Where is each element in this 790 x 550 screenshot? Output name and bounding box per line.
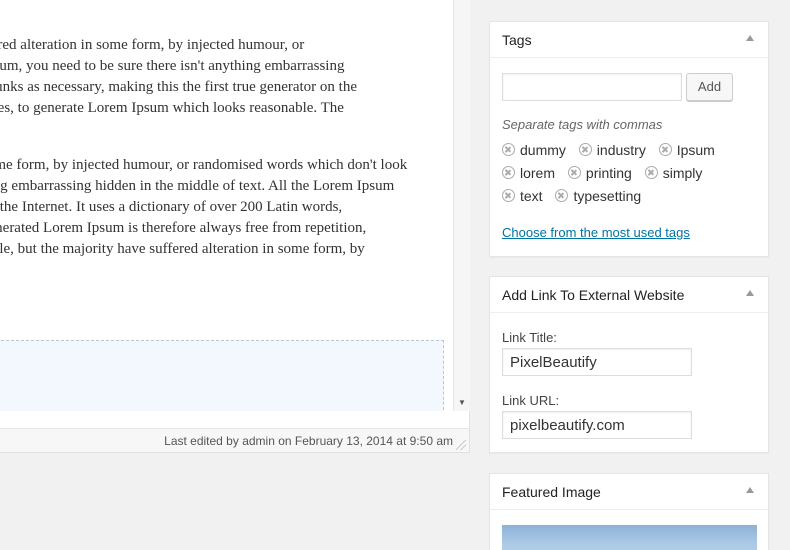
tag-item: dummy <box>502 142 566 158</box>
tag-label: typesetting <box>573 188 642 204</box>
tag-item: industry <box>578 142 646 158</box>
collapse-toggle-icon[interactable] <box>746 290 754 296</box>
tag-item: printing <box>567 165 632 181</box>
tag-label: text <box>520 188 543 204</box>
external-link-metabox-title: Add Link To External Website <box>502 287 685 303</box>
editor-text[interactable]: ffered alteration in some form, by injec… <box>0 35 451 275</box>
editor-status-bar: Last edited by admin on February 13, 201… <box>0 428 469 452</box>
featured-image-metabox-header[interactable]: Featured Image <box>490 474 768 510</box>
link-title-label: Link Title: <box>502 330 557 345</box>
editor-line: c. <box>0 119 451 140</box>
editor-embed-placeholder[interactable] <box>0 340 444 411</box>
editor-line: generated Lorem Ipsum is therefore alway… <box>0 220 367 236</box>
remove-tag-icon[interactable] <box>502 166 515 179</box>
editor-line: on the Internet. It uses a dictionary of… <box>0 199 343 215</box>
post-editor[interactable]: ffered alteration in some form, by injec… <box>0 0 470 453</box>
tags-metabox-title: Tags <box>502 32 532 48</box>
tag-list-row: text typesetting <box>502 188 650 204</box>
tag-label: printing <box>585 165 632 181</box>
tag-item: lorem <box>502 165 555 181</box>
tag-label: dummy <box>520 142 566 158</box>
tag-list-row: dummy industry Ipsum <box>502 142 724 158</box>
editor-content[interactable]: ffered alteration in some form, by injec… <box>0 0 453 411</box>
editor-line: chunks as necessary, making this the fir… <box>0 79 357 95</box>
editor-line: tures, to generate Lorem Ipsum which loo… <box>0 100 344 116</box>
remove-tag-icon[interactable] <box>567 166 581 179</box>
editor-paragraph-1[interactable]: ffered alteration in some form, by injec… <box>0 35 451 140</box>
editor-paragraph-2[interactable]: some form, by injected humour, or random… <box>0 155 451 260</box>
remove-tag-icon[interactable] <box>555 189 569 202</box>
remove-tag-icon[interactable] <box>502 143 515 156</box>
tag-item: Ipsum <box>658 142 715 158</box>
tag-label: lorem <box>520 165 556 181</box>
remove-tag-icon[interactable] <box>658 143 672 156</box>
tags-hint: Separate tags with commas <box>502 117 663 132</box>
editor-line: Ipsum, you need to be sure there isn't a… <box>0 58 345 74</box>
editor-line: hing embarrassing hidden in the middle o… <box>0 178 395 194</box>
link-url-input[interactable] <box>502 411 692 439</box>
tag-label: simply <box>662 165 703 181</box>
external-link-metabox: Add Link To External Website Link Title:… <box>489 276 769 453</box>
remove-tag-icon[interactable] <box>644 166 658 179</box>
tag-item: text <box>502 188 543 204</box>
new-tag-input[interactable] <box>502 73 682 101</box>
tags-metabox-header[interactable]: Tags <box>490 22 768 58</box>
editor-scrollbar[interactable]: ▼ <box>453 0 470 411</box>
resize-handle-icon[interactable] <box>456 440 466 450</box>
remove-tag-icon[interactable] <box>578 143 592 156</box>
editor-line: some form, by injected humour, or random… <box>0 157 408 173</box>
most-used-tags-link[interactable]: Choose from the most used tags <box>502 225 690 240</box>
collapse-toggle-icon[interactable] <box>746 487 754 493</box>
tag-list-row: lorem printing simply <box>502 165 711 181</box>
featured-image-metabox: Featured Image <box>489 473 769 550</box>
featured-image-metabox-title: Featured Image <box>502 484 601 500</box>
editor-line: lable, but the majority have suffered al… <box>0 241 365 257</box>
collapse-toggle-icon[interactable] <box>746 35 754 41</box>
tag-item: simply <box>644 165 703 181</box>
scroll-down-icon[interactable]: ▼ <box>454 397 470 409</box>
tags-metabox: Tags Add Separate tags with commas dummy… <box>489 21 769 257</box>
remove-tag-icon[interactable] <box>502 189 515 202</box>
link-title-input[interactable] <box>502 348 692 376</box>
featured-image-thumbnail[interactable] <box>502 525 757 550</box>
external-link-metabox-header[interactable]: Add Link To External Website <box>490 277 768 313</box>
editor-line: ffered alteration in some form, by injec… <box>0 37 305 53</box>
tag-label: Ipsum <box>676 142 715 158</box>
link-url-label: Link URL: <box>502 393 560 408</box>
last-edited-text: Last edited by admin on February 13, 201… <box>164 434 453 448</box>
tag-label: industry <box>596 142 646 158</box>
tag-item: typesetting <box>555 188 641 204</box>
add-tag-button[interactable]: Add <box>686 73 733 101</box>
